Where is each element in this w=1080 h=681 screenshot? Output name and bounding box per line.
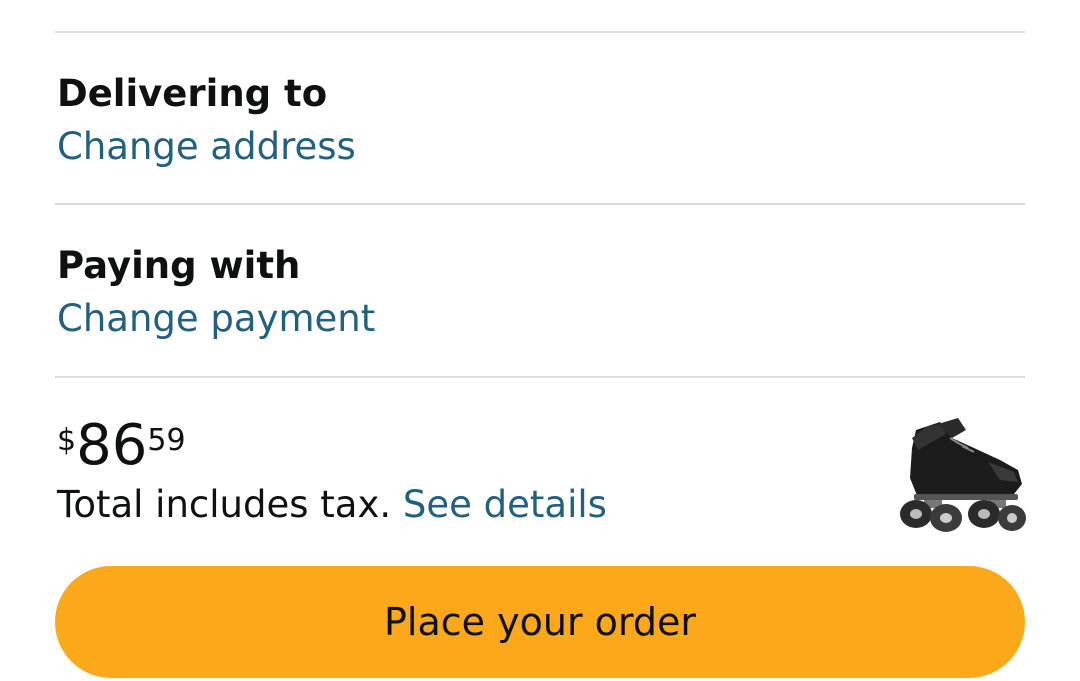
delivering-to-label: Delivering to — [57, 72, 328, 115]
delivery-divider — [55, 203, 1025, 205]
see-details-link[interactable]: See details — [403, 483, 607, 526]
paying-with-label: Paying with — [57, 244, 301, 287]
change-payment-link[interactable]: Change payment — [57, 300, 375, 337]
currency-symbol: $ — [57, 423, 77, 458]
price-fraction: 59 — [147, 423, 186, 458]
place-order-label: Place your order — [384, 600, 696, 644]
price-whole: 86 — [76, 413, 148, 478]
total-includes-tax-line: Total includes tax. See details — [57, 486, 607, 523]
payment-divider — [55, 376, 1025, 378]
change-address-link[interactable]: Change address — [57, 128, 356, 165]
place-order-button[interactable]: Place your order — [55, 566, 1025, 678]
top-divider — [55, 31, 1025, 33]
roller-skate-image[interactable] — [888, 408, 1028, 538]
tax-note: Total includes tax. — [57, 483, 392, 526]
order-total-price: $ 86 59 — [57, 418, 186, 474]
